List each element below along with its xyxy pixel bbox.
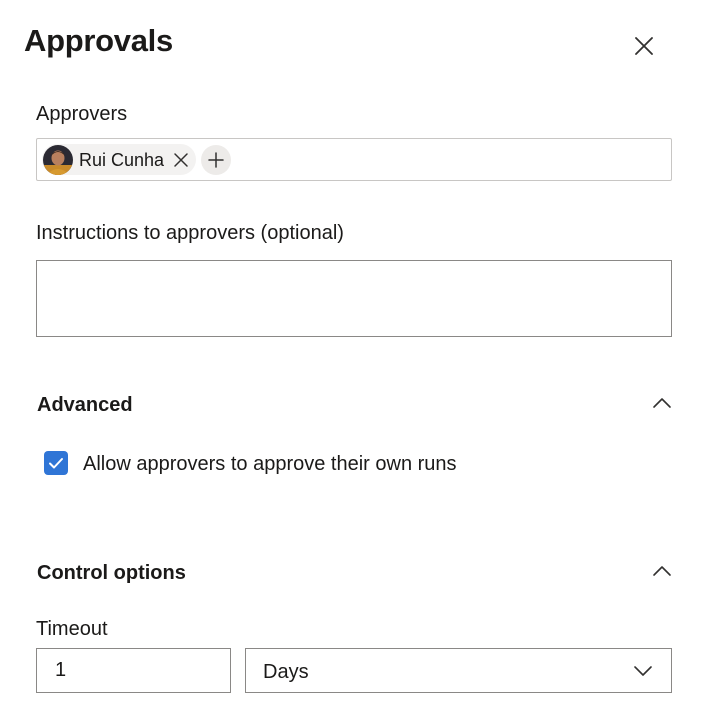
allow-self-approve-checkbox[interactable] (44, 451, 68, 475)
timeout-unit-dropdown[interactable]: Days (245, 648, 672, 693)
chevron-down-icon (634, 666, 652, 676)
advanced-collapse-toggle[interactable] (650, 391, 674, 415)
allow-self-approve-label[interactable]: Allow approvers to approve their own run… (83, 452, 457, 476)
approvers-label: Approvers (36, 103, 128, 125)
control-options-section-title: Control options (37, 562, 186, 584)
chevron-up-icon (653, 566, 671, 576)
timeout-value-input[interactable] (36, 648, 231, 693)
advanced-section-title: Advanced (37, 394, 133, 416)
plus-icon (208, 152, 224, 168)
instructions-textarea[interactable] (36, 260, 672, 337)
panel-title: Approvals (24, 23, 173, 58)
chevron-up-icon (653, 398, 671, 408)
approver-name: Rui Cunha (79, 150, 165, 170)
avatar (43, 145, 73, 175)
control-options-collapse-toggle[interactable] (650, 559, 674, 583)
add-approver-button[interactable] (201, 145, 231, 175)
timeout-unit-value: Days (263, 661, 309, 683)
close-icon (174, 153, 188, 167)
instructions-label: Instructions to approvers (optional) (36, 222, 344, 244)
remove-approver-button[interactable] (171, 150, 191, 170)
close-button[interactable] (628, 30, 660, 62)
timeout-label: Timeout (36, 618, 108, 640)
checkmark-icon (49, 458, 63, 469)
close-icon (635, 37, 653, 55)
